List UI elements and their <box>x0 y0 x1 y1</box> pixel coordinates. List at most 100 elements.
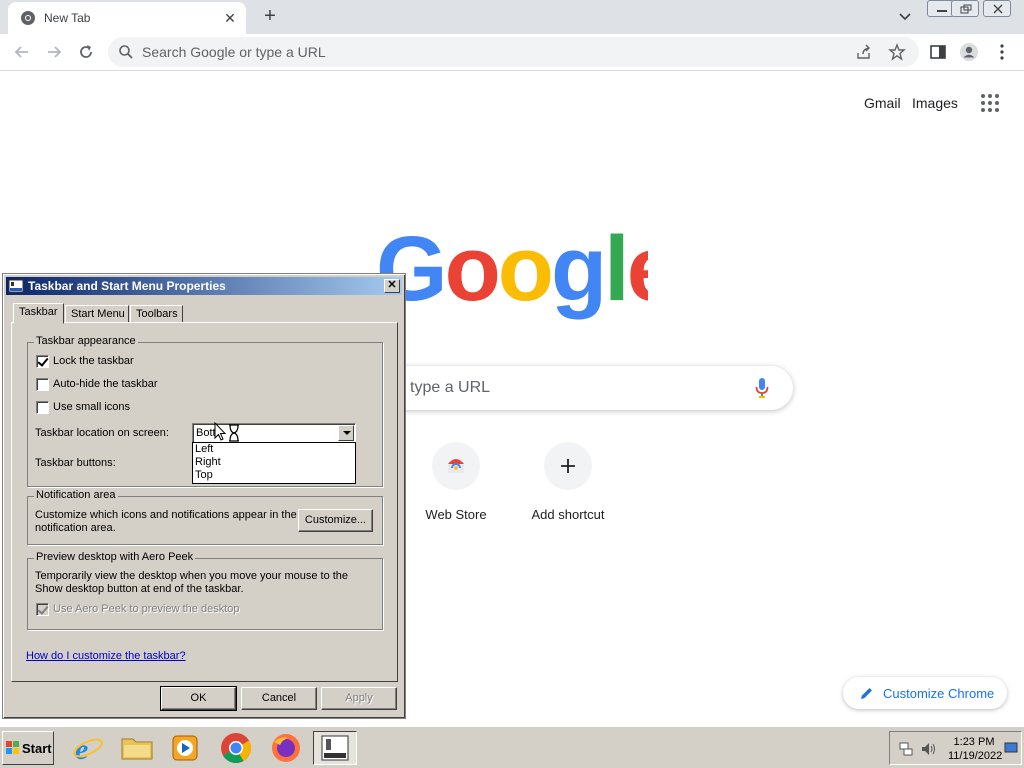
taskbar-properties-window[interactable] <box>313 731 357 765</box>
cancel-button[interactable]: Cancel <box>241 687 317 710</box>
pencil-icon <box>861 688 872 699</box>
taskbar-internet-explorer[interactable]: e <box>66 731 110 766</box>
firefox-icon <box>272 734 300 762</box>
taskbar-properties-icon <box>321 735 349 761</box>
tab-new-tab[interactable]: New Tab ✕ <box>8 2 246 34</box>
customize-chrome-button[interactable]: Customize Chrome <box>843 677 1007 709</box>
add-shortcut-tile <box>544 442 592 490</box>
customize-chrome-label: Customize Chrome <box>883 686 995 701</box>
taskbar-media-player[interactable] <box>163 731 207 765</box>
shortcut-web-store[interactable]: Web Store <box>401 442 511 522</box>
tab-title: New Tab <box>44 11 91 25</box>
notification-area-group: Notification area Customize which icons … <box>27 489 383 545</box>
tab-taskbar[interactable]: Taskbar <box>13 303 64 324</box>
gmail-link[interactable]: Gmail <box>864 95 901 111</box>
folder-icon <box>121 738 153 760</box>
taskbar-location-dropdown: Left Right Top <box>192 442 356 484</box>
volume-icon[interactable] <box>920 741 938 757</box>
images-link[interactable]: Images <box>912 95 958 111</box>
close-window-button[interactable] <box>983 0 1011 17</box>
side-panel-icon[interactable] <box>928 42 948 62</box>
start-button[interactable]: Start <box>2 731 54 765</box>
shortcut-label: Add shortcut <box>531 507 605 522</box>
taskbar-firefox[interactable] <box>264 731 308 765</box>
group-legend: Taskbar appearance <box>34 335 138 347</box>
dialog-titlebar[interactable]: Taskbar and Start Menu Properties ✕ <box>6 277 402 295</box>
help-link[interactable]: How do I customize the taskbar? <box>26 650 186 662</box>
svg-text:Google: Google <box>376 228 648 320</box>
browser-toolbar: Search Google or type a URL <box>0 34 1024 71</box>
lock-taskbar-checkbox[interactable] <box>36 355 49 368</box>
taskbar-properties-icon <box>8 279 24 293</box>
internet-explorer-icon: e <box>73 733 103 766</box>
back-icon[interactable] <box>12 42 32 62</box>
small-icons-label[interactable]: Use small icons <box>53 401 130 413</box>
clock[interactable]: 1:23 PM 11/19/2022 <box>948 735 1003 763</box>
shortcut-label: Web Store <box>425 507 487 522</box>
group-legend: Preview desktop with Aero Peek <box>34 551 196 563</box>
windows-logo-icon <box>6 741 19 754</box>
aero-peek-checkbox <box>36 603 49 616</box>
ok-button[interactable]: OK <box>160 686 237 711</box>
minimize-icon <box>937 10 947 12</box>
google-apps-icon[interactable] <box>980 93 1000 113</box>
taskbar-file-explorer[interactable] <box>115 731 159 765</box>
chrome-icon <box>221 733 252 764</box>
close-tab-icon[interactable]: ✕ <box>220 8 240 28</box>
customize-button[interactable]: Customize... <box>298 509 373 532</box>
share-icon[interactable] <box>856 44 872 60</box>
forward-icon[interactable] <box>44 42 64 62</box>
busy-cursor-icon <box>214 422 239 442</box>
network-icon[interactable] <box>898 741 914 757</box>
aero-peek-group: Preview desktop with Aero Peek Temporari… <box>27 551 383 630</box>
system-tray: 1:23 PM 11/19/2022 <box>889 731 1022 765</box>
dropdown-arrow-icon[interactable] <box>338 425 354 441</box>
ntp-search-box[interactable]: type a URL <box>378 366 793 410</box>
dialog-close-button[interactable]: ✕ <box>384 279 400 293</box>
chevron-down-icon[interactable] <box>895 6 915 26</box>
start-label: Start <box>22 741 52 756</box>
address-bar[interactable]: Search Google or type a URL <box>108 37 919 67</box>
aero-peek-description: Temporarily view the desktop when you mo… <box>35 570 349 595</box>
tab-start-menu[interactable]: Start Menu <box>65 305 129 323</box>
tab-strip: New Tab ✕ + <box>0 0 1024 34</box>
show-desktop-icon[interactable] <box>1004 741 1018 755</box>
google-logo: Google <box>376 228 648 320</box>
location-label: Taskbar location on screen: <box>35 427 169 439</box>
web-store-icon <box>448 459 464 473</box>
ntp-search-placeholder: type a URL <box>410 379 491 396</box>
small-icons-checkbox[interactable] <box>36 401 49 414</box>
search-icon <box>119 45 133 59</box>
plus-icon <box>561 459 575 473</box>
dialog-title: Taskbar and Start Menu Properties <box>28 279 226 293</box>
auto-hide-label[interactable]: Auto-hide the taskbar <box>53 378 158 390</box>
group-legend: Notification area <box>34 489 118 501</box>
taskbar-properties-dialog: Taskbar and Start Menu Properties ✕ Task… <box>2 273 406 719</box>
bookmark-star-icon[interactable] <box>888 43 906 61</box>
close-icon <box>993 4 1003 14</box>
microphone-icon[interactable] <box>755 377 769 399</box>
auto-hide-checkbox[interactable] <box>36 378 49 391</box>
notification-description: Customize which icons and notifications … <box>35 509 297 534</box>
restore-button[interactable] <box>951 0 979 17</box>
dropdown-option-right[interactable]: Right <box>193 456 355 469</box>
taskbar-chrome[interactable] <box>214 731 258 765</box>
profile-avatar-icon[interactable] <box>959 42 979 62</box>
address-bar-placeholder: Search Google or type a URL <box>142 44 326 60</box>
restore-icon <box>960 4 972 14</box>
clock-time: 1:23 PM <box>953 736 995 748</box>
lock-taskbar-label[interactable]: Lock the taskbar <box>53 355 134 367</box>
close-icon: ✕ <box>387 279 397 291</box>
shortcut-add[interactable]: Add shortcut <box>513 442 623 522</box>
kebab-menu-icon[interactable] <box>992 42 1012 62</box>
tab-toolbars[interactable]: Toolbars <box>130 305 183 323</box>
apply-button: Apply <box>321 687 397 710</box>
clock-date: 11/19/2022 <box>948 750 1003 762</box>
windows-taskbar: Start e 1:23 PM 11/19/2022 <box>0 726 1024 768</box>
reload-icon[interactable] <box>76 42 96 62</box>
dropdown-option-left[interactable]: Left <box>193 443 355 456</box>
taskbar-buttons-label: Taskbar buttons: <box>35 457 116 469</box>
new-tab-button[interactable]: + <box>258 4 282 28</box>
dropdown-option-top[interactable]: Top <box>193 469 355 482</box>
taskbar-tab-panel: Taskbar appearance Lock the taskbar Auto… <box>11 322 398 682</box>
